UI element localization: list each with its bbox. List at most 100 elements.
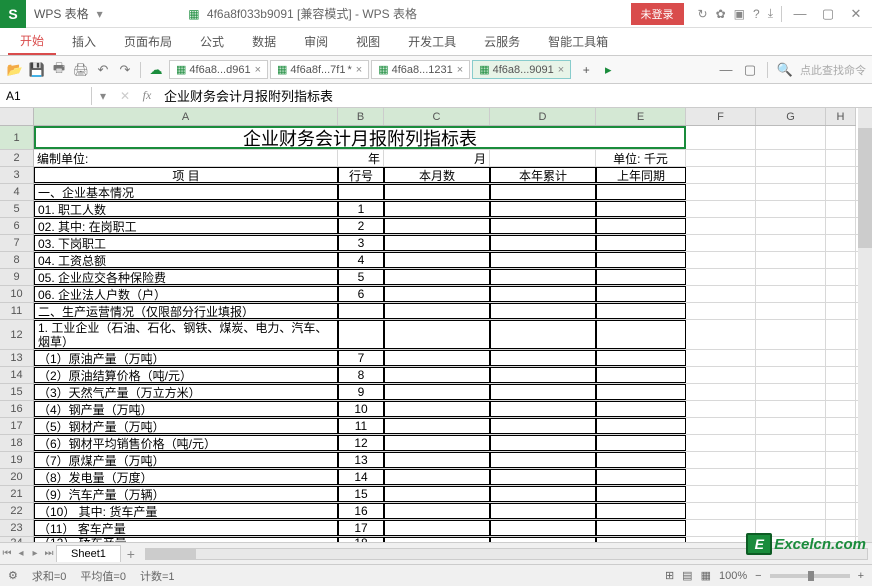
header-cell[interactable]: 本月数 [384,167,490,183]
cell[interactable] [384,235,490,251]
gear-icon[interactable]: ⚙ [8,569,18,582]
zoom-in-button[interactable]: + [858,570,864,582]
cell[interactable] [490,486,596,502]
tab-list-icon[interactable]: ▸ [599,61,617,79]
cell[interactable] [384,469,490,485]
header-cell[interactable]: 本年累计 [490,167,596,183]
cell[interactable]: 03. 下岗职工 [34,235,338,251]
cell[interactable] [596,469,686,485]
cell[interactable] [596,503,686,519]
cell[interactable]: 4 [338,252,384,268]
cell[interactable]: 9 [338,384,384,400]
open-icon[interactable]: 📂 [6,61,24,79]
wps-cloud-icon[interactable]: ☁ [147,61,165,79]
column-header[interactable]: E [596,108,686,125]
cell[interactable]: 14 [338,469,384,485]
cell[interactable]: 二、生产运营情况（仅限部分行业填报） [34,303,338,319]
cell[interactable] [384,252,490,268]
cell[interactable] [490,469,596,485]
cell[interactable] [596,435,686,451]
column-header[interactable]: F [686,108,756,125]
cell[interactable]: 01. 职工人数 [34,201,338,217]
close-button[interactable]: ✕ [844,4,868,24]
cell[interactable] [596,286,686,302]
cell[interactable]: 1 [338,201,384,217]
select-all-corner[interactable] [0,108,34,126]
login-button[interactable]: 未登录 [631,3,684,25]
vertical-scrollbar[interactable] [858,108,872,542]
cell[interactable] [596,537,686,542]
cell[interactable] [490,452,596,468]
cell[interactable]: （12） 轿车产量 [34,537,338,542]
skin-icon[interactable]: ▣ [734,7,745,21]
cell[interactable] [338,303,384,319]
cancel-formula-icon[interactable]: ✕ [114,89,136,103]
cell[interactable] [384,520,490,536]
cell[interactable]: 02. 其中: 在岗职工 [34,218,338,234]
cell[interactable] [490,286,596,302]
fx-icon[interactable]: fx [136,88,158,103]
row-header[interactable]: 20 [0,469,33,486]
cell[interactable]: 编制单位: [34,150,338,166]
cell[interactable] [384,537,490,542]
cell[interactable]: （6）钢材平均销售价格（吨/元） [34,435,338,451]
cell[interactable] [384,286,490,302]
row-header[interactable]: 19 [0,452,33,469]
add-sheet-button[interactable]: + [121,546,141,562]
menu-item[interactable]: 插入 [60,29,108,54]
column-header[interactable]: C [384,108,490,125]
cell[interactable] [490,252,596,268]
header-cell[interactable]: 项 目 [34,167,338,183]
cell[interactable]: （4）钢产量（万吨） [34,401,338,417]
cell[interactable] [596,184,686,200]
row-header[interactable]: 12 [0,320,33,350]
row-header[interactable]: 14 [0,367,33,384]
menu-item[interactable]: 页面布局 [112,29,184,54]
cell[interactable] [384,218,490,234]
document-tab[interactable]: ▦4f6a8...9091× [472,60,571,79]
cell[interactable]: 5 [338,269,384,285]
cell[interactable] [384,269,490,285]
cell[interactable]: 05. 企业应交各种保险费 [34,269,338,285]
maximize-button[interactable]: ▢ [816,4,840,24]
cell[interactable] [490,384,596,400]
cell[interactable]: 单位: 千元 [596,150,686,166]
search-icon[interactable]: 🔍 [776,61,794,79]
cell[interactable] [338,320,384,349]
cell[interactable] [338,184,384,200]
cell[interactable] [490,435,596,451]
cell[interactable] [490,150,596,166]
cell[interactable]: （11） 客车产量 [34,520,338,536]
menu-item[interactable]: 审阅 [292,29,340,54]
print-icon[interactable]: 🖨 [72,61,90,79]
cell[interactable] [686,150,756,166]
cell[interactable] [596,252,686,268]
menu-item[interactable]: 开始 [8,28,56,55]
cell[interactable] [596,384,686,400]
row-header[interactable]: 1 [0,126,33,150]
zoom-slider[interactable] [770,574,850,578]
row-header[interactable]: 22 [0,503,33,520]
cell[interactable] [490,350,596,366]
feedback-icon[interactable]: ⤓ [768,6,773,21]
menu-item[interactable]: 开发工具 [396,29,468,54]
column-header[interactable]: H [826,108,856,125]
cell[interactable] [490,367,596,383]
cell[interactable] [384,418,490,434]
row-header[interactable]: 23 [0,520,33,537]
document-tab[interactable]: ▦4f6a8f...7f1*× [270,60,369,79]
document-tab[interactable]: ▦4f6a8...d961× [169,60,268,79]
title-cell[interactable]: 企业财务会计月报附列指标表 [34,126,686,149]
new-tab-button[interactable]: + [577,63,595,77]
cell[interactable]: 16 [338,503,384,519]
cell[interactable]: （2）原油结算价格（吨/元） [34,367,338,383]
column-headers[interactable]: ABCDEFGH [34,108,856,126]
undo-icon[interactable]: ↶ [94,61,112,79]
cell[interactable] [384,435,490,451]
cell[interactable]: 17 [338,520,384,536]
cell[interactable] [596,401,686,417]
zoom-out-button[interactable]: − [755,570,761,582]
view-normal-icon[interactable]: ⊞ [665,569,674,582]
cell[interactable] [490,320,596,349]
name-box-dropdown-icon[interactable]: ▾ [92,89,114,103]
